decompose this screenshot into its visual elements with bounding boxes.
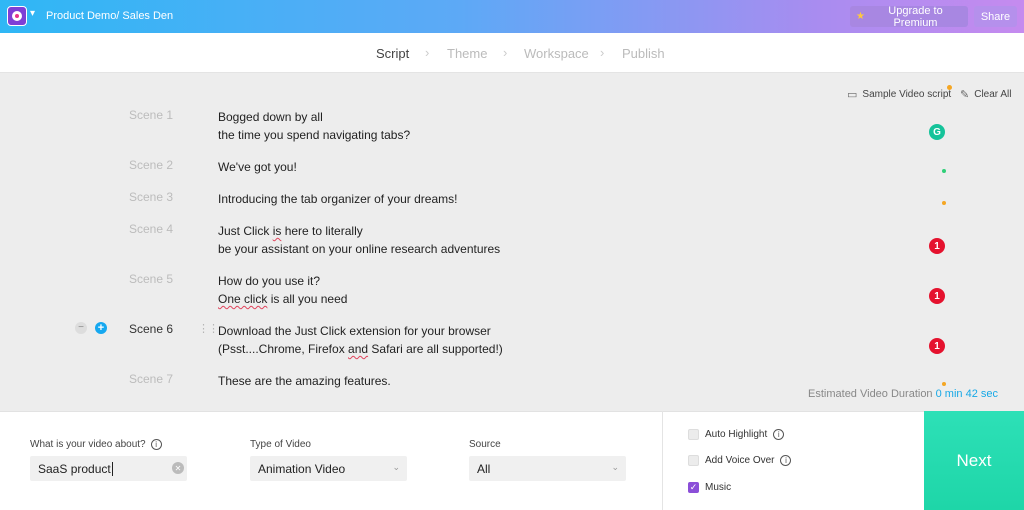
- type-label: Type of Video: [250, 439, 311, 450]
- source-select-value: All: [477, 461, 491, 476]
- chevron-down-icon: ⌄: [392, 462, 400, 472]
- scene-4-line-2: be your assistant on your online researc…: [218, 242, 501, 256]
- scene-1-text[interactable]: Bogged down by all the time you spend na…: [218, 108, 410, 144]
- about-label-row: What is your video about? i: [30, 439, 162, 450]
- remove-scene-button[interactable]: −: [75, 322, 87, 334]
- add-scene-button[interactable]: +: [95, 322, 107, 334]
- scene-4-label: Scene 4: [129, 222, 174, 236]
- error-badge[interactable]: 1: [929, 288, 945, 304]
- chevron-right-icon: ›: [503, 45, 508, 60]
- chevron-right-icon: ›: [425, 45, 430, 60]
- broom-icon: ✎: [960, 89, 970, 101]
- source-select[interactable]: All ⌄: [469, 456, 626, 481]
- status-dot: [942, 382, 946, 386]
- scene-2-label: Scene 2: [129, 158, 174, 172]
- step-publish[interactable]: Publish: [622, 46, 665, 61]
- scene-2-line-1: We've got you!: [218, 160, 297, 174]
- top-bar: ▾ Product Demo/ Sales Den ★ Upgrade to P…: [0, 0, 1024, 33]
- scene-6-line-2: (Psst....Chrome, Firefox and Safari are …: [218, 342, 503, 356]
- scene-1-label: Scene 1: [129, 108, 174, 122]
- error-badge[interactable]: 1: [929, 338, 945, 354]
- project-title[interactable]: Product Demo/ Sales Den: [46, 10, 173, 22]
- voice-over-option[interactable]: Add Voice Over i: [688, 455, 792, 466]
- music-label: Music: [705, 482, 732, 493]
- scene-4-text[interactable]: Just Click is here to literally be your …: [218, 222, 500, 258]
- script-icon: ▭: [847, 89, 858, 101]
- music-checkbox[interactable]: ✓: [688, 482, 699, 493]
- scene-3-text[interactable]: Introducing the tab organizer of your dr…: [218, 190, 457, 208]
- chevron-down-icon: ⌄: [611, 462, 619, 472]
- info-icon[interactable]: i: [780, 455, 792, 466]
- scene-5-line-2: One click is all you need: [218, 292, 348, 306]
- sample-video-script-button[interactable]: ▭ Sample Video script: [847, 88, 951, 101]
- grammarly-icon[interactable]: G: [929, 124, 945, 140]
- about-input-value: SaaS product: [38, 461, 111, 476]
- error-badge[interactable]: 1: [929, 238, 945, 254]
- step-script[interactable]: Script: [376, 46, 409, 61]
- drag-handle-icon[interactable]: ⋮⋮: [198, 322, 219, 335]
- scene-6-text[interactable]: Download the Just Click extension for yo…: [218, 322, 503, 358]
- scene-3-line-1: Introducing the tab organizer of your dr…: [218, 192, 458, 206]
- type-select-value: Animation Video: [258, 461, 346, 476]
- app-logo-icon[interactable]: [7, 6, 27, 26]
- clear-all-label: Clear All: [974, 89, 1012, 100]
- scene-5-line-1: How do you use it?: [218, 274, 321, 288]
- scene-5-label: Scene 5: [129, 272, 174, 286]
- sample-video-script-label: Sample Video script: [862, 89, 952, 100]
- duration-value: 0 min 42 sec: [935, 388, 998, 400]
- voice-over-label: Add Voice Over: [705, 455, 775, 466]
- info-icon[interactable]: i: [773, 429, 785, 440]
- auto-highlight-checkbox[interactable]: [688, 429, 699, 440]
- text-cursor: [111, 461, 113, 476]
- step-theme[interactable]: Theme: [447, 46, 487, 61]
- upgrade-button[interactable]: ★ Upgrade to Premium: [850, 4, 968, 29]
- scene-7-label: Scene 7: [129, 372, 174, 386]
- step-workspace[interactable]: Workspace: [524, 46, 589, 61]
- type-of-video-select[interactable]: Animation Video ⌄: [250, 456, 407, 481]
- scene-6-line-1: Download the Just Click extension for yo…: [218, 324, 491, 338]
- type-label-row: Type of Video: [250, 439, 311, 450]
- upgrade-label: Upgrade to Premium: [888, 4, 943, 29]
- voice-over-checkbox[interactable]: [688, 455, 699, 466]
- chevron-down-icon[interactable]: ▾: [30, 8, 35, 19]
- scene-2-text[interactable]: We've got you!: [218, 158, 297, 176]
- status-dot: [942, 201, 946, 205]
- clear-icon[interactable]: ✕: [172, 462, 184, 474]
- star-icon: ★: [856, 11, 865, 22]
- scene-5-text[interactable]: How do you use it? One click is all you …: [218, 272, 347, 308]
- info-icon[interactable]: i: [150, 439, 162, 450]
- share-button[interactable]: Share: [974, 6, 1017, 27]
- notification-dot: [947, 85, 952, 90]
- scene-7-line-1: These are the amazing features.: [218, 374, 391, 388]
- scene-1-line-1: Bogged down by all: [218, 110, 323, 124]
- scene-6-label: Scene 6: [129, 322, 174, 336]
- source-label: Source: [469, 439, 501, 450]
- step-navigation: Script › Theme › Workspace › Publish: [0, 33, 1024, 73]
- music-option[interactable]: ✓ Music: [688, 482, 731, 493]
- scene-1-line-2: the time you spend navigating tabs?: [218, 128, 411, 142]
- divider: [662, 411, 663, 510]
- auto-highlight-label: Auto Highlight: [705, 429, 768, 440]
- about-label: What is your video about?: [30, 439, 146, 450]
- clear-all-button[interactable]: ✎ Clear All: [960, 88, 1011, 101]
- source-label-row: Source: [469, 439, 501, 450]
- status-dot: [942, 169, 946, 173]
- scene-4-line-1: Just Click is here to literally: [218, 224, 363, 238]
- auto-highlight-option[interactable]: Auto Highlight i: [688, 429, 785, 440]
- about-input[interactable]: SaaS product ✕: [30, 456, 187, 481]
- script-editor: [0, 74, 1024, 410]
- scene-3-label: Scene 3: [129, 190, 174, 204]
- duration-label: Estimated Video Duration: [808, 388, 933, 400]
- chevron-right-icon: ›: [600, 45, 605, 60]
- scene-7-text[interactable]: These are the amazing features.: [218, 372, 391, 390]
- next-button[interactable]: Next: [924, 411, 1024, 510]
- estimated-duration: Estimated Video Duration 0 min 42 sec: [808, 388, 998, 400]
